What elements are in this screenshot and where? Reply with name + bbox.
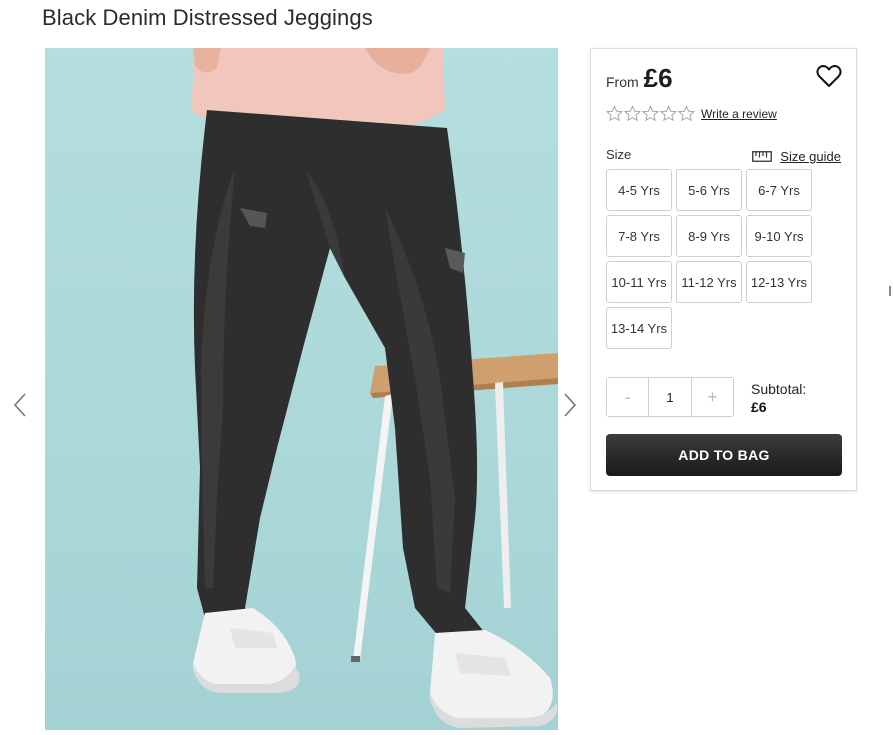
- size-option[interactable]: 4-5 Yrs: [606, 169, 672, 211]
- ruler-icon: [752, 151, 773, 162]
- sneaker-right: [430, 630, 558, 728]
- product-panel: From £6 Write a review Size Size guide 4…: [590, 48, 857, 491]
- offscreen-edge-mark: [889, 286, 891, 296]
- size-option[interactable]: 10-11 Yrs: [606, 261, 672, 303]
- price-from-label: From: [606, 74, 639, 90]
- star-empty-icon: [678, 105, 695, 122]
- star-rating: [606, 105, 695, 122]
- quantity-increment-button[interactable]: +: [692, 378, 733, 416]
- star-empty-icon: [606, 105, 623, 122]
- subtotal: Subtotal: £6: [751, 380, 806, 416]
- size-guide-label: Size guide: [780, 149, 841, 164]
- star-empty-icon: [624, 105, 641, 122]
- size-option[interactable]: 8-9 Yrs: [676, 215, 742, 257]
- quantity-stepper: - +: [606, 377, 734, 417]
- size-option[interactable]: 7-8 Yrs: [606, 215, 672, 257]
- price-value: £6: [643, 63, 673, 93]
- quantity-input[interactable]: [648, 378, 692, 416]
- size-option[interactable]: 6-7 Yrs: [746, 169, 812, 211]
- chevron-left-icon: [13, 393, 26, 417]
- product-photo: [45, 48, 558, 730]
- heart-icon: [816, 65, 842, 87]
- star-empty-icon: [660, 105, 677, 122]
- quantity-decrement-button[interactable]: -: [607, 378, 648, 416]
- wishlist-button[interactable]: [816, 64, 842, 88]
- size-option[interactable]: 12-13 Yrs: [746, 261, 812, 303]
- size-option[interactable]: 11-12 Yrs: [676, 261, 742, 303]
- size-guide-link[interactable]: Size guide: [752, 149, 841, 164]
- write-review-link[interactable]: Write a review: [701, 107, 777, 121]
- sneaker-left: [193, 608, 300, 693]
- size-option[interactable]: 9-10 Yrs: [746, 215, 812, 257]
- chevron-right-icon: [564, 393, 577, 417]
- size-options: 4-5 Yrs 5-6 Yrs 6-7 Yrs 7-8 Yrs 8-9 Yrs …: [606, 169, 816, 349]
- size-option[interactable]: 13-14 Yrs: [606, 307, 672, 349]
- rating-row: Write a review: [606, 105, 777, 122]
- gallery-next-button[interactable]: [560, 390, 580, 420]
- size-label: Size: [606, 147, 632, 162]
- add-to-bag-button[interactable]: ADD TO BAG: [606, 434, 842, 476]
- size-option[interactable]: 5-6 Yrs: [676, 169, 742, 211]
- price-row: From £6: [606, 63, 673, 94]
- product-title: Black Denim Distressed Jeggings: [42, 5, 373, 30]
- star-empty-icon: [642, 105, 659, 122]
- subtotal-label: Subtotal:: [751, 381, 807, 397]
- gallery-prev-button[interactable]: [10, 390, 30, 420]
- subtotal-value: £6: [751, 399, 767, 415]
